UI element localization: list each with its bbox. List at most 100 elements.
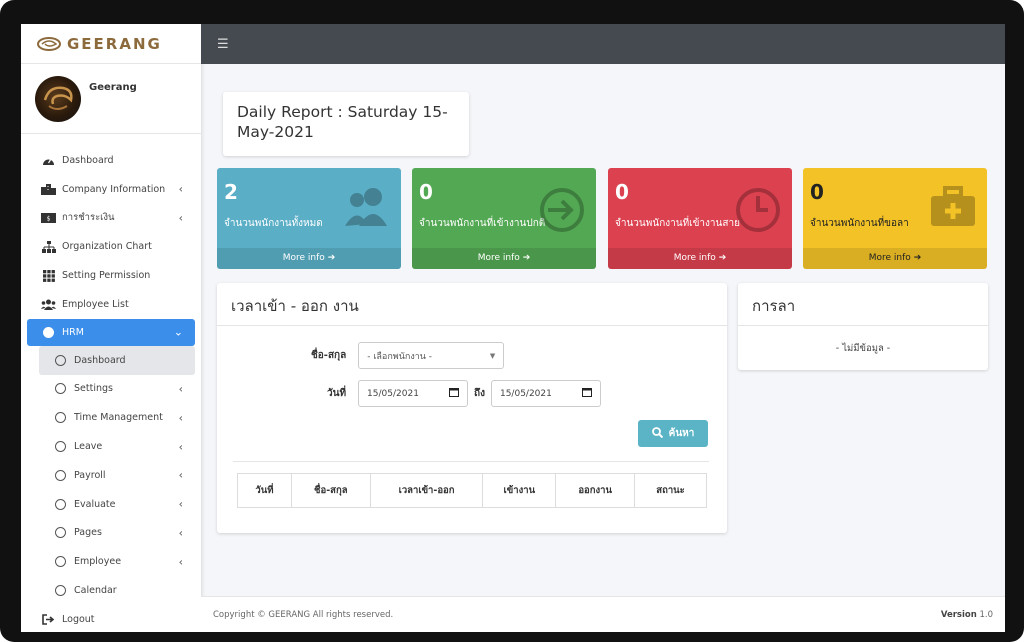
- chevron-left-icon: ‹: [178, 411, 183, 425]
- circle-outline-icon: [53, 498, 68, 510]
- chevron-down-icon: ⌄: [173, 325, 183, 339]
- sidebar-item-label: Organization Chart: [62, 241, 152, 253]
- version-number: 1.0: [979, 609, 993, 620]
- circle-outline-icon: [53, 354, 68, 366]
- sidebar-item-label: Employee List: [62, 298, 129, 310]
- sidebar-item-hrm[interactable]: HRM ⌄: [27, 318, 195, 346]
- caret-down-icon: ▼: [489, 351, 496, 360]
- sidebar-item-setting-permission[interactable]: Setting Permission: [21, 261, 201, 290]
- clock-icon: [736, 188, 780, 232]
- column-header[interactable]: ออกงาน: [555, 473, 636, 508]
- sidebar-item-employee[interactable]: Employee ‹: [21, 547, 201, 576]
- stat-card-leave-requests: 0 จำนวนพนักงานที่ขอลา More info ➔: [803, 168, 987, 269]
- sidebar-item-logout[interactable]: Logout: [21, 605, 201, 632]
- chevron-left-icon: ‹: [178, 497, 183, 511]
- employee-select[interactable]: - เลือกพนักงาน - ▼: [358, 342, 505, 369]
- stat-count: 0: [810, 180, 824, 204]
- circle-icon: [41, 326, 56, 338]
- more-info-link[interactable]: More info ➔: [803, 248, 987, 269]
- sidebar-item-hrm-dashboard[interactable]: Dashboard: [39, 345, 195, 375]
- building-icon: [41, 183, 56, 195]
- arrow-circle-right-icon: ➔: [522, 253, 531, 263]
- sidebar-item-time-management[interactable]: Time Management ‹: [21, 403, 201, 432]
- column-header[interactable]: เข้างาน: [482, 473, 557, 508]
- sidebar-item-label: Evaluate: [74, 498, 116, 510]
- sign-in-icon: [540, 188, 584, 232]
- stat-label: จำนวนพนักงานที่เข้างานปกติ: [419, 218, 546, 229]
- sidebar-item-dashboard[interactable]: Dashboard: [21, 146, 201, 175]
- sidebar-item-label: Settings: [74, 383, 113, 395]
- sidebar-item-label: Company Information: [62, 183, 166, 195]
- stat-card-on-time: 0 จำนวนพนักงานที่เข้างานปกติ More info ➔: [412, 168, 596, 269]
- sidebar-item-evaluate[interactable]: Evaluate ‹: [21, 490, 201, 519]
- brand-name: GEERANG: [67, 34, 162, 53]
- sidebar-item-organization-chart[interactable]: Organization Chart: [21, 232, 201, 261]
- search-icon: [651, 426, 663, 441]
- sidebar-item-label: Leave: [74, 441, 103, 453]
- svg-text:$: $: [47, 215, 51, 222]
- daily-report-card: Daily Report : Saturday 15-May-2021: [223, 92, 469, 156]
- leave-panel: การลา - ไม่มีข้อมูล -: [738, 283, 988, 370]
- date-to-input[interactable]: 15/05/2021: [490, 380, 601, 407]
- stat-count: 0: [419, 180, 433, 204]
- more-info-link[interactable]: More info ➔: [412, 248, 596, 269]
- page-title: Daily Report : Saturday 15-May-2021: [237, 103, 448, 141]
- sitemap-icon: [41, 240, 56, 253]
- sidebar-item-leave[interactable]: Leave ‹: [21, 432, 201, 461]
- sidebar-item-label: Employee: [74, 556, 122, 568]
- main-content: Daily Report : Saturday 15-May-2021 2 จำ…: [201, 64, 1005, 596]
- sign-out-icon: [41, 613, 56, 625]
- calendar-icon[interactable]: [449, 387, 460, 400]
- top-navbar: ☰: [201, 24, 1005, 64]
- stat-count: 0: [615, 180, 629, 204]
- hamburger-menu-icon[interactable]: ☰: [217, 37, 229, 52]
- empty-state-text: - ไม่มีข้อมูล -: [835, 343, 891, 354]
- circle-outline-icon: [53, 585, 68, 597]
- sidebar-item-calendar[interactable]: Calendar: [21, 576, 201, 605]
- more-info-link[interactable]: More info ➔: [217, 248, 401, 269]
- column-header[interactable]: วันที่: [237, 473, 292, 508]
- name-label: ชื่อ-สกุล: [311, 350, 347, 361]
- search-button[interactable]: ค้นหา: [638, 420, 708, 447]
- chevron-left-icon: ‹: [178, 468, 183, 482]
- chevron-left-icon: ‹: [178, 526, 183, 540]
- sidebar-item-label: Time Management: [74, 412, 163, 424]
- chevron-left-icon: ‹: [178, 182, 183, 196]
- sidebar-item-label: Pages: [74, 527, 102, 539]
- sidebar-item-pages[interactable]: Pages ‹: [21, 519, 201, 548]
- name-field-row: ชื่อ-สกุล - เลือกพนักงาน - ▼: [311, 342, 505, 369]
- calendar-icon[interactable]: [581, 387, 592, 400]
- stat-count: 2: [224, 180, 238, 204]
- circle-outline-icon: [53, 556, 68, 568]
- column-header[interactable]: เวลาเข้า-ออก: [369, 473, 484, 508]
- attendance-panel-title: เวลาเข้า - ออก งาน: [217, 283, 727, 326]
- to-label: ถึง: [474, 388, 485, 399]
- more-info-link[interactable]: More info ➔: [608, 248, 792, 269]
- sidebar-item-label: HRM: [62, 326, 84, 338]
- avatar: [35, 76, 81, 122]
- sidebar-item-employee-list[interactable]: Employee List: [21, 290, 201, 319]
- chevron-left-icon: ‹: [178, 440, 183, 454]
- column-header[interactable]: สถานะ: [634, 473, 707, 508]
- date-field-row: วันที่ 15/05/2021 ถึง 15/05/2021: [327, 380, 601, 407]
- brand[interactable]: GEERANG: [21, 24, 201, 64]
- sidebar-item-payment[interactable]: $ การชำระเงิน ‹: [21, 204, 201, 233]
- circle-outline-icon: [53, 412, 68, 424]
- copyright-text: Copyright © GEERANG All rights reserved.: [213, 609, 394, 620]
- sidebar: GEERANG Geerang Dashboard Company Inform…: [21, 24, 201, 632]
- column-header[interactable]: ชื่อ-สกุล: [290, 473, 371, 508]
- user-panel[interactable]: Geerang: [21, 64, 201, 134]
- users-icon: [41, 298, 56, 310]
- attendance-panel: เวลาเข้า - ออก งาน ชื่อ-สกุล - เลือกพนัก…: [217, 283, 727, 533]
- sidebar-item-label: Dashboard: [74, 354, 126, 366]
- sidebar-item-payroll[interactable]: Payroll ‹: [21, 461, 201, 490]
- user-name: Geerang: [89, 82, 137, 93]
- date-from-input[interactable]: 15/05/2021: [358, 380, 469, 407]
- sidebar-item-company-information[interactable]: Company Information ‹: [21, 175, 201, 204]
- arrow-circle-right-icon: ➔: [913, 253, 922, 263]
- grid-icon: [41, 269, 56, 282]
- sidebar-item-settings[interactable]: Settings ‹: [21, 375, 201, 404]
- brand-logo-icon: [37, 36, 61, 51]
- app-window: GEERANG Geerang Dashboard Company Inform…: [21, 24, 1005, 632]
- stat-label: จำนวนพนักงานที่ขอลา: [810, 218, 909, 229]
